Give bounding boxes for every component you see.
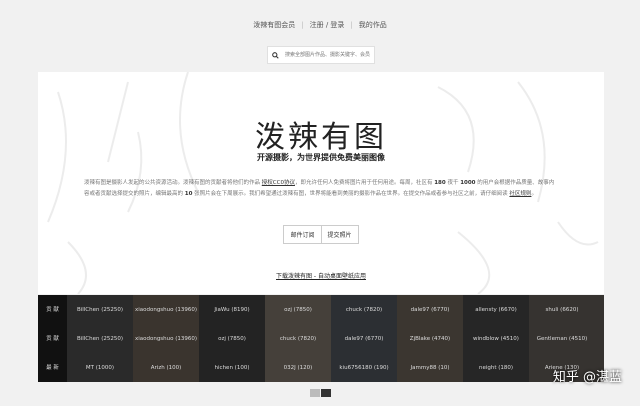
nav-separator: | — [301, 21, 304, 29]
desc-text: 张照片会在下周展示。我们希望通过泼辣有图，世界将能看到美丽的摄影作品在世界。在提… — [192, 191, 510, 197]
desc-text: 。 — [531, 191, 537, 197]
contributor-cell[interactable]: dale97 (6770) — [331, 336, 397, 342]
contributor-cell[interactable]: Arizh (100) — [133, 365, 199, 371]
contributor-cell[interactable]: hichen (100) — [199, 365, 265, 371]
desc-number: 180 — [434, 180, 446, 186]
contributor-cell[interactable]: neight (180) — [463, 365, 529, 371]
contributor-cell[interactable]: xiaodongshuo (13960) — [133, 336, 199, 342]
contributor-cell[interactable]: kiu6756180 (190) — [331, 365, 397, 371]
row-label: 贡 献 — [46, 335, 59, 342]
action-buttons: 邮件订阅 提交照片 — [38, 225, 604, 244]
contributor-cell[interactable]: allensty (6670) — [463, 307, 529, 313]
contributor-cell[interactable]: BillChen (25250) — [67, 307, 133, 313]
contributor-cell[interactable]: ozj (7850) — [265, 307, 331, 313]
search-icon — [272, 51, 279, 59]
grid-view-icon[interactable] — [310, 389, 320, 397]
contributor-cell[interactable]: xiaodongshuo (13960) — [133, 307, 199, 313]
row-label: 最 新 — [46, 364, 59, 371]
leaderboard-row: 贡 献 BillChen (25250) xiaodongshuo (13960… — [38, 324, 604, 353]
contributor-cell[interactable]: 032J (120) — [265, 365, 331, 371]
submit-photo-button[interactable]: 提交照片 — [321, 225, 359, 244]
search-input[interactable] — [283, 51, 373, 59]
nav-separator: | — [350, 21, 353, 29]
hero-card: 泼辣有图 开源摄影，为世界提供免费美丽图像 泼辣有图是摄影人发起的公共资源活动。… — [38, 72, 604, 294]
nav-login-link[interactable]: 注册 / 登录 — [310, 21, 345, 29]
top-nav: 泼辣有图会员 | 注册 / 登录 | 我的作品 — [0, 20, 640, 30]
row-label: 贡 献 — [46, 306, 59, 313]
search-box[interactable] — [267, 46, 375, 64]
license-link[interactable]: 授权CC0协议 — [262, 180, 295, 186]
desc-text: 夜千 — [445, 180, 461, 186]
contributor-cell[interactable]: windblow (4510) — [463, 336, 529, 342]
intro-description: 泼辣有图是摄影人发起的公共资源活动。泼辣有图的贡献者将他们的作品 授权CC0协议… — [84, 178, 558, 200]
contributor-cell[interactable]: JiaWu (8190) — [199, 307, 265, 313]
nav-members-link[interactable]: 泼辣有图会员 — [253, 21, 295, 29]
contributor-cell[interactable]: BillChen (25250) — [67, 336, 133, 342]
contributor-cell[interactable]: Jammy88 (10) — [397, 365, 463, 371]
zhihu-watermark: 知乎 @湛蓝 — [552, 370, 622, 385]
desc-text: 泼辣有图是摄影人发起的公共资源活动。泼辣有图的贡献者将他们的作品 — [84, 180, 262, 186]
community-rules-link[interactable]: 社区规则 — [509, 191, 531, 197]
download-app-link[interactable]: 下载泼辣有图 - 自动桌面壁纸应用 — [38, 271, 604, 280]
leaderboard-row: 最 新 MT (1000) Arizh (100) hichen (100) 0… — [38, 353, 604, 382]
contributor-cell[interactable]: ZjBlake (4740) — [397, 336, 463, 342]
contributor-cell[interactable]: ozj (7850) — [199, 336, 265, 342]
leaderboard: 贡 献 BillChen (25250) xiaodongshuo (13960… — [38, 295, 604, 382]
contributor-cell[interactable]: chuck (7820) — [265, 336, 331, 342]
contributor-cell[interactable]: MT (1000) — [67, 365, 133, 371]
view-toggle[interactable] — [310, 389, 331, 397]
leaderboard-row: 贡 献 BillChen (25250) xiaodongshuo (13960… — [38, 295, 604, 324]
list-view-icon[interactable] — [321, 389, 331, 397]
desc-text: ，即允许任何人免费将图片用于任何用途。每周，社区有 — [294, 180, 435, 186]
contributor-cell[interactable]: dale97 (6770) — [397, 307, 463, 313]
desc-number: 1000 — [460, 180, 476, 186]
tagline: 开源摄影，为世界提供免费美丽图像 — [257, 153, 385, 162]
nav-my-works-link[interactable]: 我的作品 — [359, 21, 387, 29]
site-logo: 泼辣有图 — [255, 120, 387, 155]
contributor-cell[interactable]: shuli (6620) — [529, 307, 595, 313]
contributor-cell[interactable]: chuck (7820) — [331, 307, 397, 313]
contributor-cell[interactable]: Gentleman (4510) — [529, 336, 595, 342]
email-subscribe-button[interactable]: 邮件订阅 — [283, 225, 322, 244]
